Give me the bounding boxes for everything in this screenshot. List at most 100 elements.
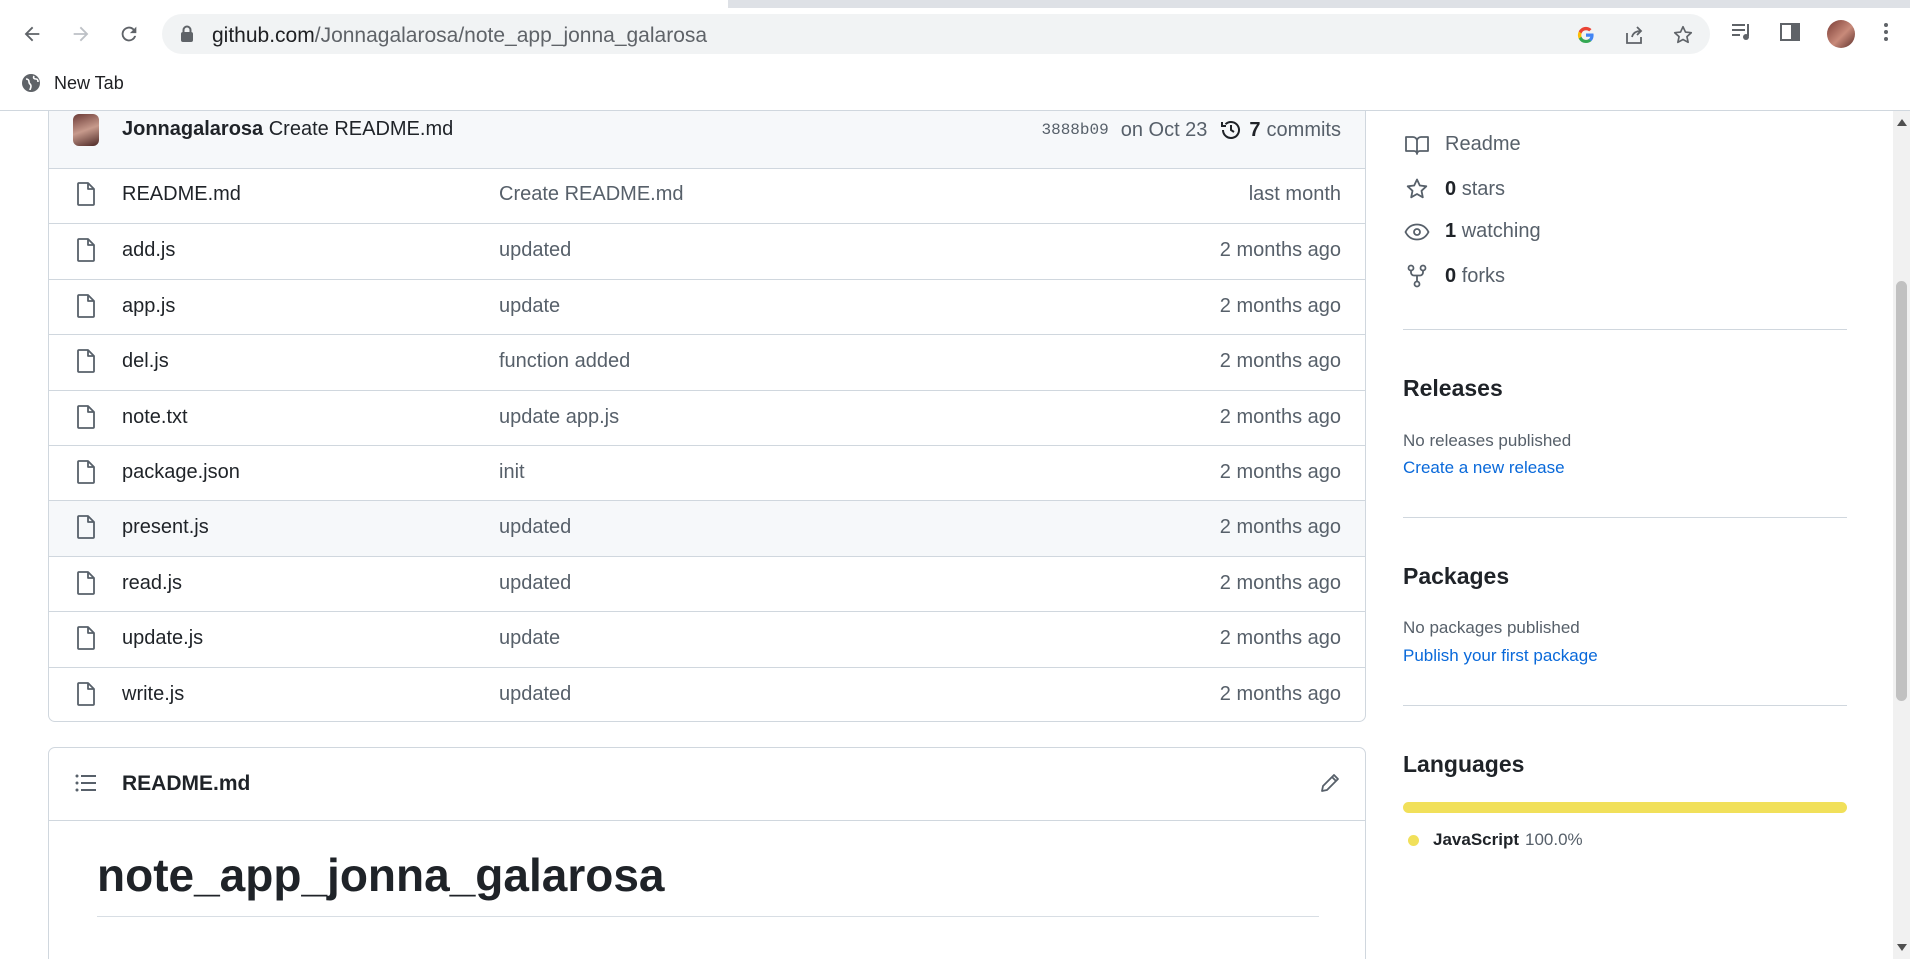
language-item[interactable]: JavaScript 100.0% [1408,830,1583,850]
table-row[interactable]: update.js update 2 months ago [49,611,1365,666]
file-icon [76,626,96,656]
bookmark-star-icon[interactable] [1670,22,1696,48]
address-bar[interactable]: github.com/Jonnagalarosa/note_app_jonna_… [162,14,1710,54]
file-icon [76,238,96,268]
table-row[interactable]: README.md Create README.md last month [49,168,1365,223]
file-commit-age: 2 months ago [1219,239,1341,262]
table-row[interactable]: app.js update 2 months ago [49,278,1365,334]
reload-icon [121,26,137,42]
readme-panel: README.md note_app_jonna_galarosa [48,747,1366,959]
file-name-link[interactable]: package.json [122,461,240,484]
file-name-link[interactable]: add.js [122,239,175,262]
history-icon [1221,121,1241,139]
outline-list-icon[interactable] [75,773,97,798]
menu-kebab-icon[interactable] [1872,18,1900,46]
readme-label: Readme [1445,133,1521,155]
bookmark-new-tab[interactable]: New Tab [20,72,124,94]
file-commit-message[interactable]: updated [499,516,571,539]
commit-sha-link[interactable]: 3888b09 [1041,121,1108,139]
reload-button[interactable] [113,18,145,50]
file-commit-message[interactable]: update [499,295,560,318]
file-commit-age: 2 months ago [1219,682,1341,705]
active-tab[interactable] [0,0,728,8]
profile-avatar[interactable] [1827,20,1855,48]
table-row-hovered[interactable]: present.js updated 2 months ago [49,500,1365,556]
commits-label: commits [1266,118,1341,141]
forks-label: forks [1461,264,1506,287]
scroll-up-arrow[interactable] [1897,119,1907,126]
commit-count: 7 [1249,118,1261,141]
file-commit-message[interactable]: updated [499,683,571,706]
file-commit-age: 2 months ago [1219,627,1341,650]
table-row[interactable]: note.txt update app.js 2 months ago [49,389,1365,445]
language-color-dot [1408,834,1419,846]
file-name-link[interactable]: read.js [122,572,182,595]
readme-file-link[interactable]: README.md [122,772,250,796]
file-commit-age: 2 months ago [1219,516,1341,539]
forward-button[interactable] [65,18,97,50]
book-icon [1403,134,1431,156]
file-name-link[interactable]: present.js [122,516,209,539]
commit-date: on Oct 23 [1120,118,1208,141]
table-row[interactable]: write.js updated 2 months ago [49,666,1365,721]
table-row[interactable]: del.js function added 2 months ago [49,334,1365,389]
commit-author-avatar[interactable] [73,114,99,146]
file-commit-message[interactable]: Create README.md [499,183,684,206]
packages-heading[interactable]: Packages [1403,563,1509,590]
file-commit-message[interactable]: init [499,461,525,484]
file-name-link[interactable]: README.md [122,183,241,206]
back-arrow-icon [24,26,40,42]
url-path: /Jonnagalarosa/note_app_jonna_galarosa [314,24,708,47]
forks-count: 0 [1445,264,1457,287]
file-list: README.md Create README.md last month ad… [49,168,1365,721]
file-name-link[interactable]: del.js [122,350,169,373]
create-release-link[interactable]: Create a new release [1403,458,1565,478]
watching-label: watching [1461,220,1541,242]
readme-link[interactable]: Readme [1403,133,1521,156]
file-name-link[interactable]: update.js [122,627,203,650]
stars-link[interactable]: 0 stars [1403,177,1505,201]
commit-message-link[interactable]: Create README.md [269,118,454,140]
side-panel-icon[interactable] [1776,18,1804,46]
releases-heading[interactable]: Releases [1403,375,1503,402]
file-commit-message[interactable]: updated [499,239,571,262]
table-row[interactable]: package.json init 2 months ago [49,444,1365,500]
divider [1403,705,1847,706]
commit-author-link[interactable]: Jonnagalarosa [122,118,263,140]
file-browser: Jonnagalarosa Create README.md 3888b09 o… [48,111,1366,722]
stars-label: stars [1461,177,1506,200]
file-commit-message[interactable]: update [499,627,560,650]
reading-list-icon[interactable] [1728,18,1756,46]
back-button[interactable] [16,18,48,50]
google-lens-icon[interactable] [1573,22,1599,48]
publish-package-link[interactable]: Publish your first package [1403,646,1598,666]
commits-link[interactable]: 7 commits [1219,118,1341,142]
table-row[interactable]: add.js updated 2 months ago [49,223,1365,278]
latest-commit-text: Jonnagalarosa Create README.md [122,118,453,141]
file-commit-age: 2 months ago [1219,350,1341,373]
file-name-link[interactable]: app.js [122,295,175,318]
browser-toolbar: github.com/Jonnagalarosa/note_app_jonna_… [0,8,1910,60]
edit-pencil-icon[interactable] [1319,772,1341,799]
file-name-link[interactable]: write.js [122,683,184,706]
language-bar [1403,802,1847,813]
file-icon [76,404,96,435]
language-name: JavaScript [1433,830,1519,849]
table-row[interactable]: read.js updated 2 months ago [49,555,1365,611]
scroll-thumb[interactable] [1896,281,1907,701]
forks-link[interactable]: 0 forks [1403,264,1505,288]
readme-heading: note_app_jonna_galarosa [97,848,1319,917]
file-icon [76,515,96,545]
file-commit-message[interactable]: function added [499,350,630,373]
watching-link[interactable]: 1 watching [1403,220,1541,243]
file-commit-message[interactable]: updated [499,572,571,595]
file-commit-age: 2 months ago [1219,571,1341,594]
url-text: github.com/Jonnagalarosa/note_app_jonna_… [212,24,707,48]
share-icon[interactable] [1622,22,1648,48]
file-commit-message[interactable]: update app.js [499,406,619,429]
scroll-down-arrow[interactable] [1897,944,1907,951]
file-name-link[interactable]: note.txt [122,406,188,429]
page-scrollbar[interactable] [1893,111,1910,959]
url-host: github.com [212,24,315,47]
stars-count: 0 [1445,177,1457,200]
